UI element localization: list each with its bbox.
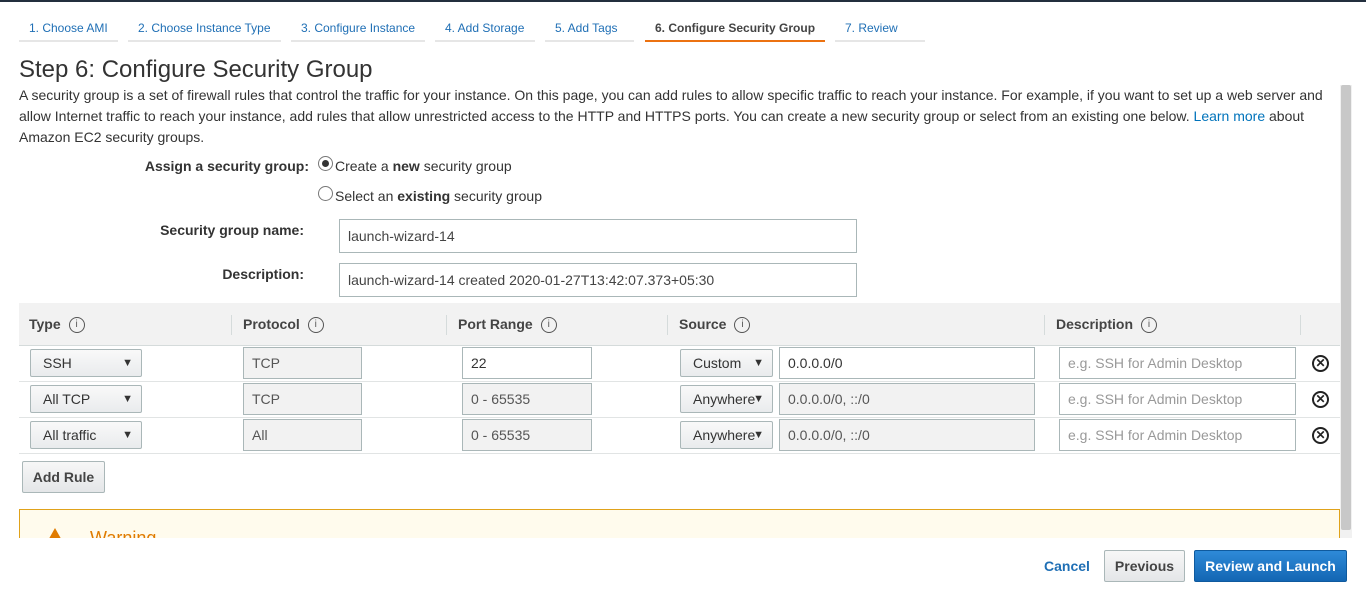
col-divider (667, 315, 668, 335)
rules-table-header: Type i Protocol i Port Range i Source i Desc… (19, 303, 1340, 346)
rule-description-input[interactable] (1059, 383, 1296, 415)
type-select[interactable]: SSH ▼ (30, 349, 142, 377)
col-source: Source i (679, 303, 751, 345)
port-range-field: 0 - 65535 (462, 419, 592, 451)
tab-add-storage[interactable]: 4. Add Storage (435, 12, 535, 42)
tab-choose-ami[interactable]: 1. Choose AMI (19, 12, 118, 42)
tab-configure-security-group[interactable]: 6. Configure Security Group (645, 12, 825, 42)
scrollbar-thumb[interactable] (1341, 85, 1351, 530)
source-select[interactable]: Anywhere ▼ (680, 385, 773, 413)
description-input[interactable] (339, 263, 857, 297)
col-type: Type i (29, 303, 85, 345)
source-cidr-field: 0.0.0.0/0, ::/0 (779, 383, 1035, 415)
learn-more-link[interactable]: Learn more (1194, 108, 1266, 124)
info-icon[interactable]: i (1141, 317, 1158, 334)
chevron-down-icon: ▼ (122, 393, 133, 405)
port-range-input[interactable] (462, 347, 592, 379)
chevron-down-icon: ▼ (122, 357, 133, 369)
col-divider (1044, 315, 1045, 335)
protocol-field: TCP (243, 347, 362, 379)
col-description: Description i (1056, 303, 1158, 345)
group-name-input[interactable] (339, 219, 857, 253)
protocol-field: TCP (243, 383, 362, 415)
group-name-label: Security group name: (160, 222, 304, 238)
table-row: SSH▼ TCP Custom▼ ✕ (19, 345, 1340, 382)
previous-button[interactable]: Previous (1104, 550, 1185, 582)
assign-group-label: Assign a security group: (144, 158, 309, 174)
chevron-down-icon: ▼ (753, 393, 764, 405)
col-divider (446, 315, 447, 335)
remove-rule-icon[interactable]: ✕ (1312, 355, 1329, 372)
table-row: All TCP ▼ TCP 0 - 65535 Anywhere ▼ 0.0.0.0… (19, 381, 1340, 418)
intro-text: A security group is a set of firewall ru… (19, 85, 1334, 148)
type-select[interactable]: All traffic ▼ (30, 421, 142, 449)
tab-choose-instance-type[interactable]: 2. Choose Instance Type (128, 12, 281, 42)
source-cidr-input[interactable] (779, 347, 1035, 379)
chevron-down-icon: ▼ (753, 357, 764, 369)
footer-bar: Cancel Previous Review and Launch (0, 538, 1366, 600)
info-icon[interactable]: i (734, 317, 751, 334)
source-select[interactable]: Anywhere ▼ (680, 421, 773, 449)
page-title: Step 6: Configure Security Group (19, 56, 373, 83)
col-port-range: Port Range i (458, 303, 557, 345)
info-icon[interactable]: i (540, 317, 557, 334)
cancel-link[interactable]: Cancel (1044, 558, 1090, 574)
radio-create-new[interactable] (318, 156, 333, 171)
tab-add-tags[interactable]: 5. Add Tags (545, 12, 634, 42)
description-label: Description: (222, 266, 304, 282)
protocol-field: All (243, 419, 362, 451)
info-icon[interactable]: i (68, 317, 85, 334)
chevron-down-icon: ▼ (122, 429, 133, 441)
remove-rule-icon[interactable]: ✕ (1312, 427, 1329, 444)
add-rule-button[interactable]: Add Rule (22, 461, 105, 493)
info-icon[interactable]: i (307, 317, 324, 334)
radio-create-new-label[interactable]: Create a new security group (335, 158, 512, 174)
review-and-launch-button[interactable]: Review and Launch (1194, 550, 1347, 582)
source-select[interactable]: Custom ▼ (680, 349, 773, 377)
tab-review[interactable]: 7. Review (835, 12, 925, 42)
table-row: All traffic ▼ All 0 - 65535 Anywhere ▼ 0.0… (19, 417, 1340, 454)
rule-description-input[interactable] (1059, 347, 1296, 379)
col-divider (1300, 315, 1301, 335)
rule-description-input[interactable] (1059, 419, 1296, 451)
tab-configure-instance[interactable]: 3. Configure Instance (291, 12, 425, 42)
radio-select-existing-label[interactable]: Select an existing security group (335, 188, 542, 204)
col-divider (231, 315, 232, 335)
port-range-field: 0 - 65535 (462, 383, 592, 415)
chevron-down-icon: ▼ (753, 429, 764, 441)
type-select[interactable]: All TCP ▼ (30, 385, 142, 413)
intro-body: A security group is a set of firewall ru… (19, 87, 1323, 124)
col-protocol: Protocol i (243, 303, 324, 345)
top-bar (0, 0, 1366, 2)
radio-select-existing[interactable] (318, 186, 333, 201)
source-cidr-field: 0.0.0.0/0, ::/0 (779, 419, 1035, 451)
remove-rule-icon[interactable]: ✕ (1312, 391, 1329, 408)
